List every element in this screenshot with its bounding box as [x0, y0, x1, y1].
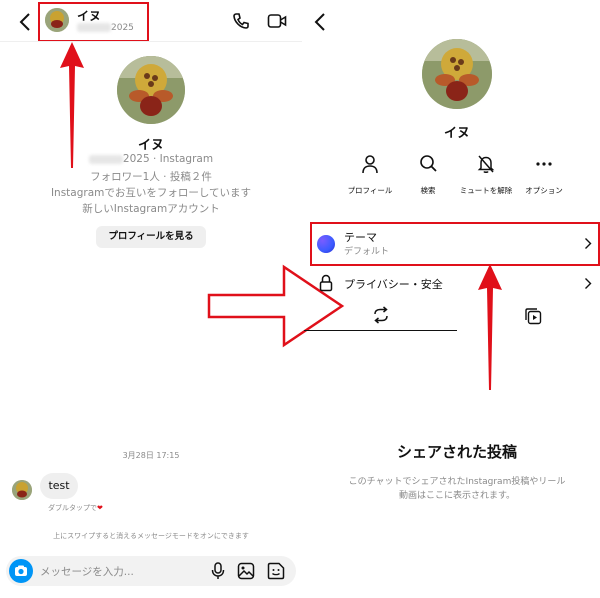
message-avatar [12, 480, 32, 500]
microphone-icon[interactable] [211, 562, 225, 580]
theme-title: テーマ [344, 231, 377, 244]
profile-meta-suffix: 2025 · Instagram [122, 153, 214, 165]
header-avatar [45, 8, 69, 32]
header-divider [0, 41, 302, 42]
chat-details-screen: イヌ プロフィール 検索 ミュートを解除 オプション テーマ デフォルト プライ… [302, 0, 600, 598]
details-avatar[interactable] [422, 39, 492, 109]
action-options-label: オプション [525, 186, 563, 195]
profile-followers: フォロワー1人 · 投稿２件 [90, 171, 212, 183]
action-profile[interactable]: プロフィール [340, 154, 400, 196]
header-handle: 2025 [77, 23, 134, 33]
action-search-label: 検索 [420, 186, 436, 195]
search-icon [419, 154, 437, 174]
message-input[interactable]: メッセージを入力... [40, 564, 134, 579]
back-icon[interactable] [313, 12, 327, 32]
privacy-label: プライバシー・安全 [344, 278, 443, 291]
header-name: イヌ [77, 9, 102, 23]
swipe-hint: 上にスワイプすると消えるメッセージモードをオンにできます [53, 532, 249, 540]
chat-date-label: 3月28日 17:15 [122, 451, 180, 460]
header-handle-suffix: 2025 [111, 23, 134, 33]
tab-shared-reposts[interactable] [373, 306, 389, 324]
blurred-username [88, 154, 123, 164]
chevron-right-icon [584, 277, 592, 290]
privacy-row[interactable]: プライバシー・安全 [314, 272, 596, 296]
back-icon[interactable] [18, 12, 32, 32]
shared-posts-description-1: このチャットでシェアされたInstagram投稿やリール [348, 477, 566, 487]
bell-off-icon [477, 154, 495, 174]
lock-icon [319, 274, 333, 292]
message-text: test [48, 479, 70, 492]
double-tap-hint-text: ダブルタップで [48, 504, 97, 512]
action-options[interactable]: オプション [514, 154, 574, 196]
more-icon [535, 154, 553, 174]
theme-row[interactable]: テーマ デフォルト [314, 226, 596, 262]
profile-new-account: 新しいInstagramアカウント [82, 203, 220, 215]
profile-avatar[interactable] [117, 56, 185, 124]
chevron-right-icon [584, 237, 592, 250]
shared-posts-description-2: 動画はここに表示されます。 [398, 491, 516, 501]
profile-mutual: Instagramでお互いをフォローしています [50, 187, 252, 199]
heart-icon: ❤ [97, 504, 103, 512]
active-tab-underline [304, 330, 457, 331]
action-unmute-label: ミュートを解除 [459, 186, 513, 195]
profile-meta: 2025 · Instagram [0, 153, 302, 165]
blurred-username [77, 23, 111, 32]
theme-color-swatch [317, 235, 335, 253]
person-icon [361, 154, 379, 174]
details-name: イヌ [443, 126, 470, 141]
action-unmute[interactable]: ミュートを解除 [450, 154, 522, 196]
sticker-icon[interactable] [267, 562, 285, 580]
view-profile-button[interactable]: プロフィールを見る [96, 226, 206, 248]
shared-posts-title: シェアされた投稿 [396, 443, 517, 461]
red-annotation-arrow-up [478, 264, 502, 394]
double-tap-hint: ダブルタップで❤ [48, 503, 103, 513]
tab-shared-reels[interactable] [524, 307, 542, 325]
chat-header-user[interactable]: イヌ 2025 [45, 7, 145, 37]
message-composer: メッセージを入力... [6, 556, 296, 586]
profile-name: イヌ [137, 138, 164, 153]
camera-button[interactable] [9, 559, 33, 583]
gallery-icon[interactable] [237, 562, 255, 580]
phone-icon[interactable] [232, 12, 250, 30]
message-bubble[interactable]: test [40, 473, 78, 499]
theme-subtitle: デフォルト [344, 247, 390, 257]
action-profile-label: プロフィール [347, 186, 393, 195]
action-search[interactable]: 検索 [398, 154, 458, 196]
video-call-icon[interactable] [267, 12, 287, 30]
